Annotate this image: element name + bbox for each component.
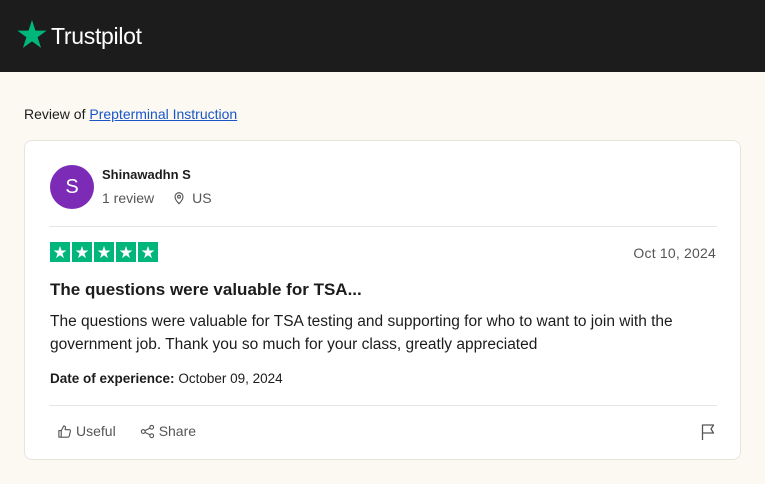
review-of-line: Review of Prepterminal Instruction bbox=[24, 106, 237, 122]
star-icon bbox=[138, 242, 158, 262]
report-flag-button[interactable] bbox=[700, 423, 716, 441]
star-rating bbox=[50, 242, 158, 262]
trustpilot-logo[interactable]: Trustpilot bbox=[16, 18, 142, 55]
review-of-prefix: Review of bbox=[24, 106, 86, 122]
date-of-experience: Date of experience: October 09, 2024 bbox=[50, 371, 283, 386]
useful-button[interactable]: Useful bbox=[57, 423, 116, 439]
star-icon bbox=[50, 242, 70, 262]
logo-text: Trustpilot bbox=[51, 22, 142, 49]
review-actions: Useful Share bbox=[57, 423, 220, 439]
review-body: The questions were valuable for TSA test… bbox=[50, 313, 673, 353]
divider bbox=[49, 226, 717, 227]
avatar[interactable]: S bbox=[50, 165, 94, 209]
flag-icon bbox=[701, 424, 715, 440]
divider bbox=[49, 405, 717, 406]
reviewer-meta: 1 review US bbox=[102, 190, 212, 206]
experience-date: October 09, 2024 bbox=[178, 371, 283, 386]
review-title: The questions were valuable for TSA... bbox=[50, 280, 362, 299]
location-pin-icon bbox=[172, 191, 186, 205]
star-icon bbox=[72, 242, 92, 262]
share-icon bbox=[140, 424, 154, 438]
star-icon bbox=[16, 18, 51, 55]
star-icon bbox=[116, 242, 136, 262]
review-date: Oct 10, 2024 bbox=[633, 245, 716, 261]
star-icon bbox=[94, 242, 114, 262]
share-button[interactable]: Share bbox=[140, 423, 196, 439]
reviewer-name[interactable]: Shinawadhn S bbox=[102, 167, 191, 182]
useful-label: Useful bbox=[76, 423, 116, 439]
review-count: 1 review bbox=[102, 190, 155, 206]
review-card: S Shinawadhn S 1 review US Oct 10, 2024 … bbox=[24, 140, 741, 460]
reviewer-location: US bbox=[192, 190, 212, 206]
experience-label: Date of experience: bbox=[50, 371, 175, 386]
thumbs-up-icon bbox=[58, 424, 72, 438]
top-bar: Trustpilot bbox=[0, 0, 765, 72]
company-link[interactable]: Prepterminal Instruction bbox=[89, 106, 237, 122]
share-label: Share bbox=[158, 423, 197, 439]
